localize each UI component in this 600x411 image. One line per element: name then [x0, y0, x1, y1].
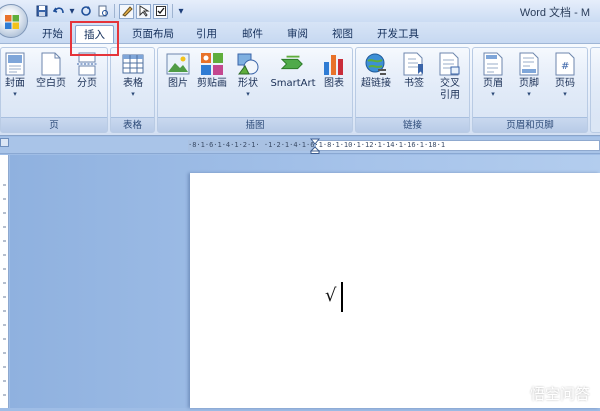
header-dropdown-icon: ▾	[491, 90, 495, 98]
cross-reference-icon	[438, 50, 462, 78]
bookmark-label: 书签	[404, 78, 424, 89]
svg-text:#: #	[561, 61, 569, 72]
group-links: 超链接 书签 交叉 引用 链接	[355, 47, 470, 133]
page-number-dropdown-icon: ▾	[563, 90, 567, 98]
page-break-button[interactable]: 分页	[69, 50, 105, 90]
header-label: 页眉	[483, 78, 503, 89]
table-icon	[121, 50, 145, 78]
cover-page-dropdown-icon: ▾	[13, 90, 17, 98]
cover-page-label: 封面	[5, 78, 25, 89]
picture-icon	[166, 50, 190, 78]
document-page[interactable]	[190, 173, 600, 408]
tab-mailings[interactable]: 邮件	[234, 25, 271, 44]
hyperlink-label: 超链接	[361, 78, 391, 89]
drawing-tool-icon[interactable]	[119, 3, 134, 19]
save-icon[interactable]	[34, 4, 49, 19]
group-links-label: 链接	[356, 117, 469, 132]
watermark-text: 悟空问答	[529, 384, 590, 403]
chart-label: 图表	[324, 78, 344, 89]
toolbar-separator	[114, 4, 115, 18]
table-dropdown-icon: ▾	[131, 90, 135, 98]
page-number-icon: #	[553, 50, 577, 78]
header-icon	[481, 50, 505, 78]
title-bar: ▾ ▾ Word 文档 - M	[0, 0, 600, 22]
clip-art-icon	[200, 50, 224, 78]
shapes-label: 形状	[238, 78, 258, 89]
group-header-footer-label: 页眉和页脚	[473, 117, 587, 132]
window-title: Word 文档 - M	[519, 7, 590, 19]
checkbox-tool-icon[interactable]	[153, 3, 168, 19]
ruler-marks: ·8·1·6·1·4·1·2·1· ·1·2·1·4·1·6·1·8·1·10·…	[188, 141, 446, 149]
tab-review[interactable]: 审阅	[279, 25, 316, 44]
picture-label: 图片	[168, 78, 188, 89]
customize-toolbar-icon[interactable]: ▾	[177, 4, 185, 19]
undo-dropdown-icon[interactable]: ▾	[68, 4, 76, 19]
chart-icon	[322, 50, 346, 78]
group-text-partial	[590, 47, 600, 133]
clip-art-label: 剪贴画	[197, 78, 227, 89]
picture-button[interactable]: 图片	[160, 50, 196, 90]
footer-button[interactable]: 页脚 ▾	[511, 50, 547, 98]
shapes-button[interactable]: 形状 ▾	[230, 50, 266, 98]
undo-icon[interactable]	[51, 4, 66, 19]
footer-icon	[517, 50, 541, 78]
page-number-button[interactable]: # 页码 ▾	[547, 50, 583, 98]
table-button[interactable]: 表格 ▾	[115, 50, 151, 98]
redo-icon[interactable]	[78, 4, 93, 19]
footer-dropdown-icon: ▾	[527, 90, 531, 98]
vertical-ruler-ticks	[3, 184, 6, 396]
bookmark-icon	[402, 50, 426, 78]
footer-label: 页脚	[519, 78, 539, 89]
bookmark-button[interactable]: 书签	[396, 50, 432, 90]
blank-page-icon	[39, 50, 63, 78]
shapes-icon	[236, 50, 260, 78]
tab-developer[interactable]: 开发工具	[369, 25, 427, 44]
chart-button[interactable]: 图表	[316, 50, 352, 90]
cover-page-icon	[3, 50, 27, 78]
tab-view[interactable]: 视图	[324, 25, 361, 44]
blank-page-button[interactable]: 空白页	[33, 50, 69, 90]
group-tables-label: 表格	[111, 117, 154, 132]
shapes-dropdown-icon: ▾	[246, 90, 250, 98]
blank-page-label: 空白页	[36, 78, 66, 89]
indent-marker-icon[interactable]	[310, 138, 320, 154]
vertical-ruler[interactable]	[0, 155, 9, 408]
ribbon: 封面 ▾ 空白页 分页 页 表格 ▾ 表格 图片 剪贴画 形状 ▾ SmartA…	[0, 43, 600, 136]
watermark-logo-icon	[502, 382, 525, 404]
insert-tab-highlight	[70, 21, 119, 56]
hyperlink-button[interactable]: 超链接	[358, 50, 394, 90]
group-illustrations-label: 插图	[158, 117, 352, 132]
group-illustrations: 图片 剪贴画 形状 ▾ SmartArt 图表 插图	[157, 47, 353, 133]
ruler-toggle-button[interactable]	[0, 138, 9, 147]
tab-home[interactable]: 开始	[34, 25, 71, 44]
cover-page-button[interactable]: 封面 ▾	[0, 50, 33, 98]
cross-reference-button[interactable]: 交叉 引用	[432, 50, 468, 102]
document-text[interactable]: √	[325, 285, 336, 306]
select-tool-icon[interactable]	[136, 3, 151, 19]
cross-reference-label: 交叉 引用	[440, 78, 460, 101]
tab-page-layout[interactable]: 页面布局	[124, 25, 182, 44]
watermark: 悟空问答	[502, 382, 590, 404]
smartart-button[interactable]: SmartArt	[270, 50, 316, 90]
quick-access-toolbar: ▾ ▾	[34, 3, 185, 19]
hyperlink-icon	[364, 50, 388, 78]
clip-art-button[interactable]: 剪贴画	[194, 50, 230, 90]
group-header-footer: 页眉 ▾ 页脚 ▾ # 页码 ▾ 页眉和页脚	[472, 47, 588, 133]
tab-references[interactable]: 引用	[188, 25, 225, 44]
group-tables: 表格 ▾ 表格	[110, 47, 155, 133]
toolbar-separator	[172, 4, 173, 18]
header-button[interactable]: 页眉 ▾	[475, 50, 511, 98]
office-logo-icon	[5, 15, 19, 29]
page-number-label: 页码	[555, 78, 575, 89]
table-label: 表格	[123, 78, 143, 89]
group-pages-label: 页	[1, 117, 107, 132]
smartart-label: SmartArt	[270, 78, 316, 89]
group-pages: 封面 ▾ 空白页 分页 页	[0, 47, 108, 133]
print-preview-icon[interactable]	[95, 4, 110, 19]
page-break-label: 分页	[77, 78, 97, 89]
text-cursor	[341, 282, 343, 312]
smartart-icon	[281, 50, 305, 78]
